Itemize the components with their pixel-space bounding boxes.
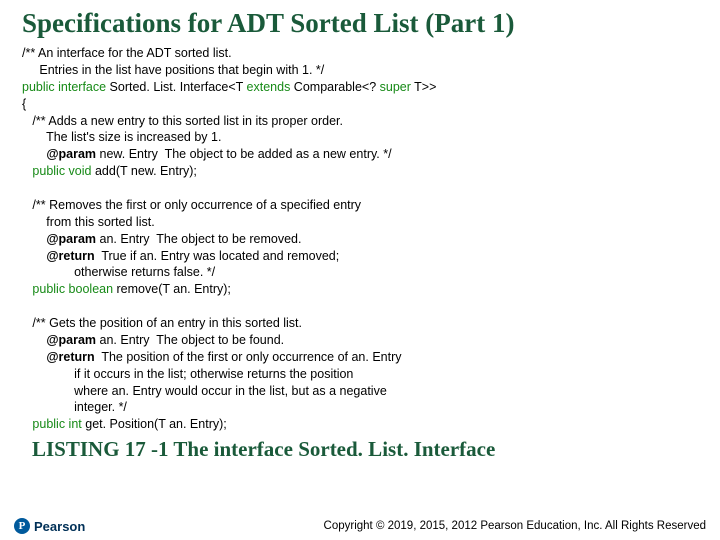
slide-title: Specifications for ADT Sorted List (Part… <box>22 8 698 39</box>
tag-return: @return <box>46 249 94 263</box>
comment-line: /** Gets the position of an entry in thi… <box>22 316 302 330</box>
tag-param: @param <box>46 333 96 347</box>
keyword: public boolean <box>32 282 113 296</box>
comment-line: otherwise returns false. */ <box>22 265 215 279</box>
keyword: public int <box>32 417 81 431</box>
keyword: extends <box>247 80 291 94</box>
comment-line: /** Adds a new entry to this sorted list… <box>22 114 343 128</box>
pearson-icon <box>14 518 30 534</box>
keyword: super <box>380 80 411 94</box>
comment-line: new. Entry The object to be added as a n… <box>96 147 392 161</box>
code-text: remove(T an. Entry); <box>113 282 231 296</box>
tag-param: @param <box>46 232 96 246</box>
tag-return: @return <box>46 350 94 364</box>
code-text: add(T new. Entry); <box>92 164 197 178</box>
brace: { <box>22 97 26 111</box>
slide-content: Specifications for ADT Sorted List (Part… <box>0 0 720 462</box>
code-block: /** An interface for the ADT sorted list… <box>22 45 698 433</box>
comment-line: where an. Entry would occur in the list,… <box>22 384 387 398</box>
comment-line: from this sorted list. <box>22 215 155 229</box>
code-text: Sorted. List. Interface<T <box>106 80 246 94</box>
listing-caption: LISTING 17 -1 The interface Sorted. List… <box>32 437 698 462</box>
comment-line: an. Entry The object to be removed. <box>96 232 301 246</box>
comment-line: /** Removes the first or only occurrence… <box>22 198 361 212</box>
comment-line: an. Entry The object to be found. <box>96 333 284 347</box>
comment-line: The list's size is increased by 1. <box>22 130 221 144</box>
keyword: public void <box>32 164 91 178</box>
code-text: T>> <box>411 80 436 94</box>
tag-param: @param <box>46 147 96 161</box>
comment-line: Entries in the list have positions that … <box>22 63 324 77</box>
publisher-name: Pearson <box>34 519 85 534</box>
comment-line: /** An interface for the ADT sorted list… <box>22 46 232 60</box>
code-text: Comparable<? <box>290 80 379 94</box>
comment-line: True if an. Entry was located and remove… <box>95 249 340 263</box>
comment-line: The position of the first or only occurr… <box>95 350 402 364</box>
comment-line: if it occurs in the list; otherwise retu… <box>22 367 353 381</box>
code-text: get. Position(T an. Entry); <box>82 417 227 431</box>
keyword: public interface <box>22 80 106 94</box>
publisher-logo: Pearson <box>14 518 85 534</box>
slide-footer: Pearson Copyright © 2019, 2015, 2012 Pea… <box>0 518 720 534</box>
copyright-text: Copyright © 2019, 2015, 2012 Pearson Edu… <box>324 520 706 532</box>
comment-line <box>22 147 46 161</box>
comment-line: integer. */ <box>22 400 127 414</box>
